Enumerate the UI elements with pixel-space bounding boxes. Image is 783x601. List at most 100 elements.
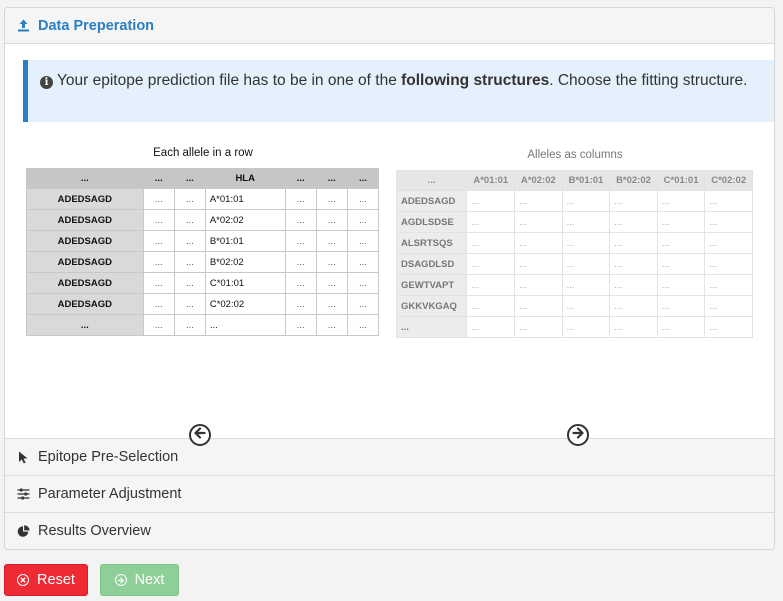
next-label: Next — [134, 572, 165, 588]
table-row: ADEDSAGD...... C*02:02......... — [26, 293, 380, 315]
filler-cell: ... — [315, 188, 348, 210]
table-header-cell: ... — [284, 168, 317, 189]
info-icon: i — [40, 76, 53, 89]
sequence-cell: ADEDSAGD — [26, 293, 144, 315]
hla-cell: ... — [204, 314, 286, 336]
filler-cell: ... — [514, 232, 563, 254]
select-columns-structure-button[interactable] — [567, 424, 589, 446]
filler-cell: ... — [514, 211, 563, 233]
table-header-cell: ... — [346, 168, 380, 189]
filler-cell: ... — [315, 230, 348, 252]
filler-cell: ... — [284, 251, 317, 273]
filler-cell: ... — [284, 314, 317, 336]
arrow-right-circle-icon — [114, 574, 127, 586]
hla-cell: C*01:01 — [204, 272, 286, 294]
next-button[interactable]: Next — [100, 564, 179, 596]
data-preparation-body: i Your epitope prediction file has to be … — [5, 44, 774, 446]
filler-cell: ... — [609, 232, 658, 254]
figure-rows-title: Each allele in a row — [153, 147, 253, 159]
close-circle-icon — [17, 574, 30, 586]
hla-cell: A*01:01 — [204, 188, 286, 210]
filler-cell: ... — [609, 253, 658, 275]
filler-cell: ... — [315, 251, 348, 273]
table-header-cell: ... — [315, 168, 348, 189]
sequence-cell: GKKVKGAQ — [395, 295, 468, 317]
filler-cell: ... — [346, 251, 380, 273]
filler-cell: ... — [346, 272, 380, 294]
filler-cell: ... — [346, 230, 380, 252]
table-header-cell: HLA — [204, 168, 286, 189]
panel-parameter-adjustment-header[interactable]: Parameter Adjustment — [5, 475, 774, 512]
table-row: DSAGDLSD.................. — [395, 253, 753, 275]
panel-results-overview-header[interactable]: Results Overview — [5, 512, 774, 549]
figure-columns-table: ... A*01:01 A*02:02 B*01:01 B*02:02 C*01:01 C*… — [395, 170, 753, 338]
filler-cell: ... — [142, 209, 175, 231]
filler-cell: ... — [561, 232, 611, 254]
filler-cell: ... — [142, 251, 175, 273]
hla-cell: A*02:02 — [204, 209, 286, 231]
table-header-cell: ... — [173, 168, 206, 189]
sequence-cell: ADEDSAGD — [26, 209, 144, 231]
table-header-cell: C*02:02 — [704, 170, 753, 191]
info-text-suffix: . Choose the fitting structure. — [549, 72, 748, 89]
table-row: ..................... — [395, 316, 753, 338]
table-row: ADEDSAGD.................. — [395, 190, 753, 212]
filler-cell: ... — [514, 316, 563, 338]
reset-button[interactable]: Reset — [4, 564, 88, 596]
filler-cell: ... — [609, 274, 658, 296]
filler-cell: ... — [609, 295, 658, 317]
filler-cell: ... — [142, 230, 175, 252]
filler-cell: ... — [656, 316, 706, 338]
filler-cell: ... — [514, 274, 563, 296]
panel-data-preparation-header[interactable]: Data Preperation — [5, 8, 774, 44]
filler-cell: ... — [609, 211, 658, 233]
info-text-prefix: Your epitope prediction file has to be i… — [57, 72, 402, 89]
select-rows-structure-button[interactable] — [189, 424, 211, 446]
filler-cell: ... — [466, 295, 516, 317]
filler-cell: ... — [142, 314, 175, 336]
filler-cell: ... — [561, 274, 611, 296]
filler-cell: ... — [142, 272, 175, 294]
filler-cell: ... — [315, 209, 348, 231]
filler-cell: ... — [704, 253, 753, 275]
table-header-cell: ... — [142, 168, 175, 189]
cursor-icon — [16, 450, 30, 464]
filler-cell: ... — [656, 274, 706, 296]
sequence-cell: ADEDSAGD — [395, 190, 468, 212]
filler-cell: ... — [704, 274, 753, 296]
table-header-cell: C*01:01 — [656, 170, 706, 191]
table-row: ADEDSAGD...... A*01:01......... — [26, 188, 380, 210]
filler-cell: ... — [173, 209, 206, 231]
filler-cell: ... — [173, 230, 206, 252]
filler-cell: ... — [514, 295, 563, 317]
sequence-cell: AGDLSDSE — [395, 211, 468, 233]
figure-columns-title: Alleles as columns — [527, 149, 623, 161]
table-header-cell: ... — [26, 168, 144, 189]
sliders-icon — [16, 487, 30, 501]
filler-cell: ... — [284, 188, 317, 210]
table-row: ..................... — [26, 314, 380, 336]
filler-cell: ... — [704, 232, 753, 254]
filler-cell: ... — [466, 253, 516, 275]
table-row: ALSRTSQS.................. — [395, 232, 753, 254]
arrow-left-icon — [194, 426, 206, 444]
filler-cell: ... — [656, 232, 706, 254]
filler-cell: ... — [609, 316, 658, 338]
filler-cell: ... — [561, 253, 611, 275]
table-header-cell: A*01:01 — [466, 170, 516, 191]
table-row: AGDLSDSE.................. — [395, 211, 753, 233]
filler-cell: ... — [609, 190, 658, 212]
table-row: GKKVKGAQ.................. — [395, 295, 753, 317]
arrow-right-icon — [572, 426, 584, 444]
filler-cell: ... — [173, 188, 206, 210]
filler-cell: ... — [561, 295, 611, 317]
panel-epitope-preselection-header[interactable]: Epitope Pre-Selection — [5, 438, 774, 475]
sequence-cell: ... — [26, 314, 144, 336]
reset-label: Reset — [37, 572, 75, 588]
filler-cell: ... — [656, 211, 706, 233]
filler-cell: ... — [466, 211, 516, 233]
table-row: ADEDSAGD...... B*01:01......... — [26, 230, 380, 252]
table-header-cell: ... — [395, 170, 468, 191]
filler-cell: ... — [466, 232, 516, 254]
table-row: ADEDSAGD...... B*02:02......... — [26, 251, 380, 273]
